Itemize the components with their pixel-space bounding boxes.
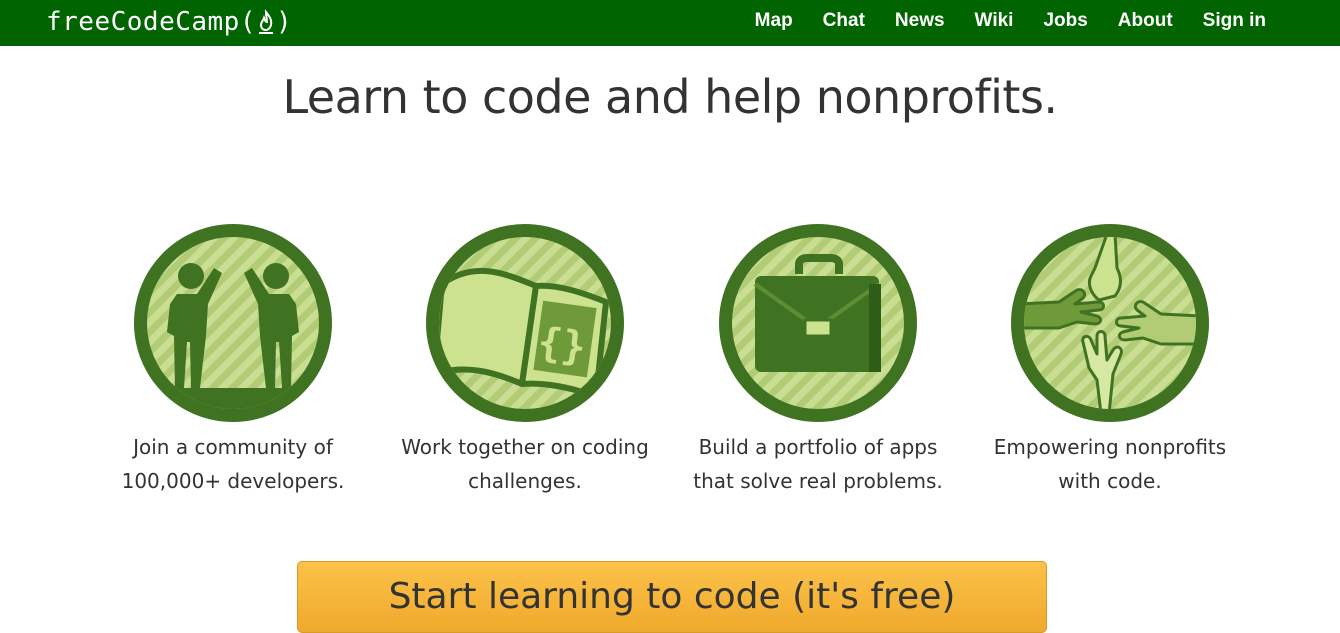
nav-link-about[interactable]: About	[1118, 10, 1173, 32]
brand-name-left: freeCodeCamp(	[46, 7, 256, 37]
flame-icon	[259, 9, 273, 34]
helping-hands-icon	[1011, 224, 1209, 422]
feature-nonprofits: Empowering nonprofits with code.	[970, 224, 1250, 498]
svg-text:{}: {}	[535, 319, 589, 371]
feature-coding-caption: Work together on coding challenges.	[401, 435, 649, 493]
feature-portfolio: Build a portfolio of apps that solve rea…	[678, 224, 958, 498]
nav-link-sign-in[interactable]: Sign in	[1203, 10, 1266, 32]
nav-menu: Map Chat News Wiki Jobs About Sign in	[725, 0, 1266, 42]
nav-link-wiki[interactable]: Wiki	[975, 10, 1014, 32]
top-navbar: freeCodeCamp( ) Map Chat News Wiki Jobs …	[0, 0, 1340, 46]
page-headline: Learn to code and help nonprofits.	[282, 70, 1058, 124]
feature-community-caption: Join a community of 100,000+ developers.	[121, 435, 345, 493]
feature-nonprofits-caption: Empowering nonprofits with code.	[993, 435, 1227, 493]
brand-name-right: )	[276, 7, 293, 37]
feature-community: Join a community of 100,000+ developers.	[93, 224, 373, 498]
start-learning-button[interactable]: Start learning to code (it's free)	[297, 561, 1047, 633]
nav-link-chat[interactable]: Chat	[823, 10, 865, 32]
feature-coding-challenges: {} Work together on coding challenges.	[385, 224, 665, 498]
feature-portfolio-caption: Build a portfolio of apps that solve rea…	[693, 435, 943, 493]
nav-link-news[interactable]: News	[895, 10, 945, 32]
nav-link-jobs[interactable]: Jobs	[1043, 10, 1087, 32]
high-five-icon	[134, 224, 332, 422]
code-book-icon: {}	[426, 224, 624, 422]
briefcase-icon	[719, 224, 917, 422]
nav-link-map[interactable]: Map	[755, 10, 793, 32]
brand-logo[interactable]: freeCodeCamp( )	[46, 4, 292, 40]
